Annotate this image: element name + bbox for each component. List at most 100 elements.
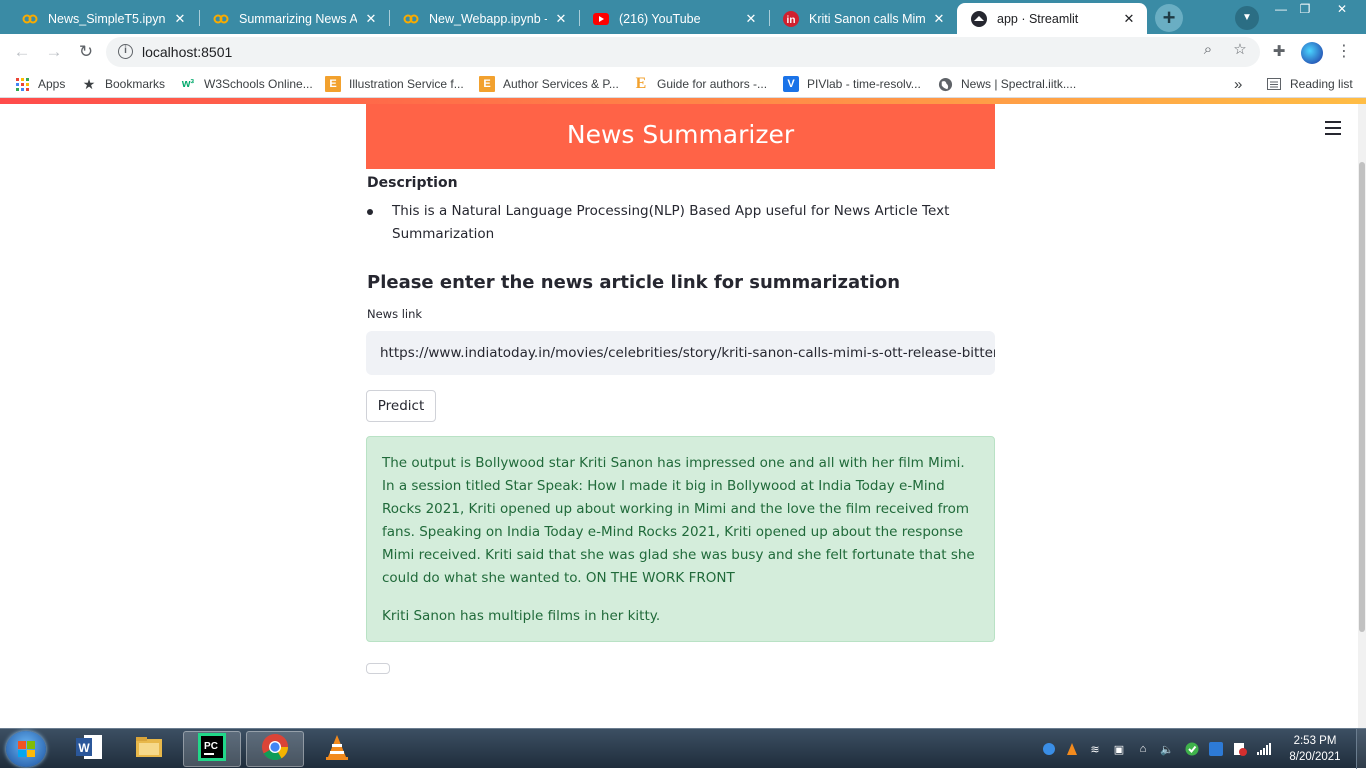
zoom-icon[interactable]: ⌕ — [1197, 40, 1219, 60]
forward-icon[interactable]: → — [42, 40, 66, 64]
description-item: This is a Natural Language Processing(NL… — [392, 203, 950, 242]
close-tab-icon[interactable]: ✕ — [553, 11, 569, 27]
tab-title: News_SimpleT5.ipynb - — [48, 11, 166, 26]
w3schools-icon: w³ — [181, 78, 195, 90]
svg-text:in: in — [787, 15, 796, 26]
predict-button[interactable]: Predict — [366, 390, 436, 422]
tab-title: app · Streamlit — [997, 11, 1079, 26]
tab-news-simplet5[interactable]: News_SimpleT5.ipynb - ✕ — [8, 3, 198, 34]
back-icon[interactable]: ← — [10, 40, 34, 64]
bookmark-star-icon[interactable]: ☆ — [1229, 40, 1251, 60]
bluetooth-tray-icon[interactable] — [1208, 741, 1224, 757]
tab-title: New_Webapp.ipynb - C — [429, 11, 547, 26]
taskbar-word[interactable]: W — [60, 731, 118, 767]
page-scrollbar[interactable] — [1358, 104, 1366, 728]
hamburger-menu-icon[interactable] — [1325, 121, 1341, 135]
taskbar-pycharm[interactable]: PC — [183, 731, 241, 767]
pivlab-icon: V — [783, 76, 799, 92]
chrome-menu-icon[interactable]: ⋮ — [1336, 42, 1352, 62]
indiatoday-icon: in — [783, 10, 799, 27]
close-window-button[interactable]: ✕ — [1330, 0, 1354, 18]
close-tab-icon[interactable]: ✕ — [743, 11, 759, 27]
bookmark-news-spectral[interactable]: News | Spectral.iitk.... — [937, 75, 1076, 93]
summary-paragraph: The output is Bollywood star Kriti Sanon… — [382, 455, 975, 586]
close-tab-icon[interactable]: ✕ — [1121, 11, 1137, 27]
new-tab-button[interactable]: + — [1155, 4, 1183, 32]
tab-youtube[interactable]: (216) YouTube ✕ — [579, 3, 769, 34]
bookmark-guide-for-authors[interactable]: E Guide for authors -... — [633, 75, 767, 93]
empty-button[interactable] — [366, 663, 390, 674]
vlc-tray-icon[interactable] — [1064, 741, 1080, 757]
site-info-icon[interactable]: i — [118, 44, 133, 59]
system-clock[interactable]: 2:53 PM 8/20/2021 — [1280, 733, 1350, 765]
globe-icon — [937, 76, 953, 92]
bookmark-label: W3Schools Online... — [204, 77, 313, 91]
clock-date: 8/20/2021 — [1289, 751, 1341, 763]
chrome-icon — [261, 733, 289, 766]
bookmark-w3schools[interactable]: w³ W3Schools Online... — [180, 75, 313, 93]
signal-strength-icon[interactable] — [1256, 741, 1272, 757]
tab-title: Summarizing News Arti — [239, 11, 357, 26]
star-icon: ★ — [82, 75, 96, 92]
address-bar[interactable]: i localhost:8501 — [106, 37, 1260, 67]
youtube-icon — [593, 11, 609, 27]
restore-button[interactable]: ❐ — [1296, 0, 1314, 18]
reading-list-button[interactable]: Reading list — [1266, 75, 1353, 93]
reload-icon[interactable]: ↻ — [74, 40, 98, 64]
news-link-label: News link — [367, 307, 423, 321]
bookmark-label: News | Spectral.iitk.... — [961, 77, 1077, 91]
network-share-tray-icon[interactable] — [1041, 741, 1057, 757]
windows-taskbar: W PC ≋ ▣ ⌂ 🔈 2:53 PM 8/20/2021 — [0, 728, 1366, 769]
start-button[interactable] — [6, 731, 46, 767]
profile-avatar[interactable] — [1301, 42, 1323, 64]
action-center-tray-icon[interactable] — [1232, 741, 1248, 757]
tab-streamlit-app[interactable]: app · Streamlit ✕ — [957, 3, 1147, 34]
clock-time: 2:53 PM — [1293, 735, 1337, 747]
bookmark-author-services[interactable]: E Author Services & P... — [479, 75, 619, 93]
display-tray-icon[interactable]: ▣ — [1111, 741, 1127, 757]
colab-icon — [403, 11, 419, 27]
bookmark-illustration-service[interactable]: E Illustration Service f... — [325, 75, 464, 93]
tab-summarizing-news[interactable]: Summarizing News Arti ✕ — [199, 3, 389, 34]
reading-list-icon — [1266, 76, 1282, 92]
description-heading: Description — [367, 175, 458, 191]
close-tab-icon[interactable]: ✕ — [931, 11, 947, 27]
bookmark-label: Bookmarks — [105, 77, 166, 91]
bookmark-label: Author Services & P... — [503, 77, 619, 91]
bookmarks-overflow-button[interactable]: » — [1234, 75, 1242, 93]
bookmark-label: Guide for authors -... — [657, 77, 768, 91]
tab-title: Kriti Sanon calls Mimi's — [809, 11, 925, 26]
bookmark-apps[interactable]: Apps — [14, 75, 65, 93]
taskbar-file-explorer[interactable] — [120, 731, 178, 767]
tab-new-webapp[interactable]: New_Webapp.ipynb - C ✕ — [389, 3, 579, 34]
file-explorer-icon — [133, 733, 165, 766]
app-title-banner: News Summarizer — [366, 104, 995, 169]
apps-grid-icon — [14, 76, 30, 92]
vlc-icon — [324, 733, 350, 766]
streamlit-icon — [971, 10, 987, 27]
streamlit-page: News Summarizer Description This is a Na… — [0, 104, 1366, 728]
close-tab-icon[interactable]: ✕ — [363, 11, 379, 27]
news-link-input[interactable]: https://www.indiatoday.in/movies/celebri… — [366, 331, 995, 375]
bullet-icon — [367, 209, 373, 215]
tab-kriti-sanon[interactable]: in Kriti Sanon calls Mimi's ✕ — [769, 3, 957, 34]
security-tray-icon[interactable] — [1184, 741, 1200, 757]
tab-title: (216) YouTube — [619, 11, 701, 26]
scrollbar-thumb[interactable] — [1359, 162, 1365, 632]
usb-tray-icon[interactable]: ⌂ — [1135, 741, 1151, 757]
close-tab-icon[interactable]: ✕ — [172, 11, 188, 27]
tab-search-button[interactable]: ▼ — [1235, 6, 1259, 30]
volume-tray-icon[interactable]: 🔈 — [1159, 741, 1175, 757]
bookmark-label: Illustration Service f... — [349, 77, 464, 91]
minimize-button[interactable]: — — [1272, 0, 1290, 18]
taskbar-vlc[interactable] — [308, 731, 366, 767]
bookmark-bookmarks[interactable]: ★ Bookmarks — [81, 75, 165, 93]
address-url[interactable]: localhost:8501 — [142, 44, 232, 60]
taskbar-chrome[interactable] — [246, 731, 304, 767]
nvidia-tray-icon[interactable]: ≋ — [1087, 741, 1103, 757]
bookmark-pivlab[interactable]: V PIVlab - time-resolv... — [783, 75, 921, 93]
reading-list-label: Reading list — [1290, 77, 1353, 91]
extensions-icon[interactable]: ✚ — [1269, 42, 1289, 62]
show-desktop-button[interactable] — [1356, 729, 1366, 769]
elsevier-icon: E — [325, 76, 341, 92]
